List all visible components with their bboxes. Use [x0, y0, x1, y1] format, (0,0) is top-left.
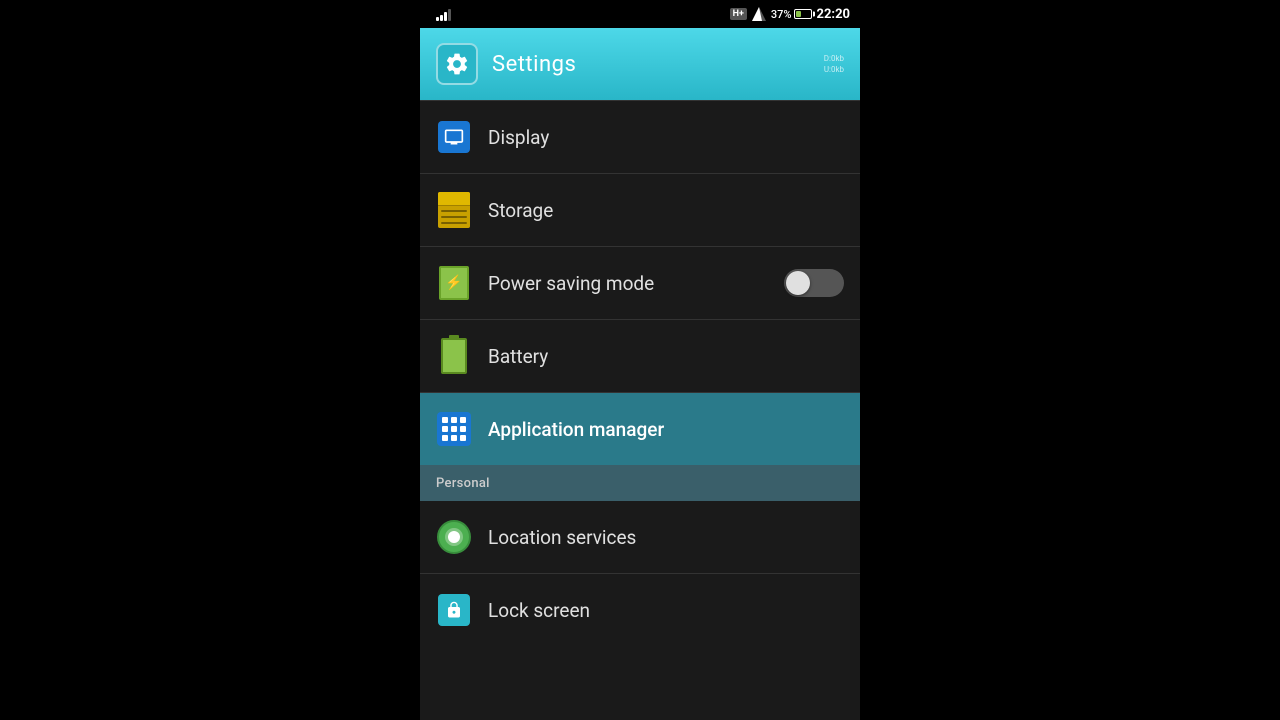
app-dot-6 — [460, 426, 466, 432]
settings-header-icon — [436, 43, 478, 85]
power-saving-label: Power saving mode — [488, 272, 654, 295]
storage-card-top — [438, 192, 470, 206]
battery-menu-icon — [441, 338, 467, 374]
signal-bar-4 — [448, 9, 451, 21]
power-saving-toggle-container[interactable] — [784, 269, 844, 297]
lock-svg — [445, 601, 463, 619]
battery-icon-status — [794, 9, 812, 19]
signal-bars — [436, 7, 451, 21]
battery-icon-container — [436, 338, 472, 374]
signal-triangle — [752, 7, 766, 21]
battery-percent: 37% — [771, 8, 792, 21]
storage-icon-container — [436, 192, 472, 228]
menu-item-storage[interactable]: Storage — [420, 174, 860, 246]
app-dot-4 — [442, 426, 448, 432]
data-speed-header: D:0kb U:0kb — [824, 53, 844, 75]
data-down: D:0kb — [824, 53, 844, 64]
power-icon — [439, 266, 469, 300]
battery-fill — [796, 11, 801, 17]
lock-icon — [438, 594, 470, 626]
app-dot-9 — [460, 435, 466, 441]
status-bar: H+ 37% 22:20 — [420, 0, 860, 28]
display-svg — [444, 127, 464, 147]
menu-item-battery[interactable]: Battery — [420, 320, 860, 392]
display-icon-container — [436, 119, 472, 155]
storage-icon — [438, 192, 470, 228]
toggle-knob — [786, 271, 810, 295]
menu-item-location[interactable]: Location services — [420, 501, 860, 573]
app-manager-label: Application manager — [488, 418, 664, 441]
app-dot-2 — [451, 417, 457, 423]
status-right: H+ 37% 22:20 — [730, 7, 850, 22]
app-dot-1 — [442, 417, 448, 423]
section-header-label: Personal — [436, 476, 490, 491]
status-time: 22:20 — [817, 7, 851, 22]
section-header-personal: Personal — [420, 465, 860, 501]
location-icon — [437, 520, 471, 554]
location-label: Location services — [488, 526, 636, 549]
status-left — [436, 7, 451, 21]
phone-screen: H+ 37% 22:20 Settings D:0k — [420, 0, 860, 720]
gear-icon — [444, 51, 470, 77]
network-type: H+ — [730, 8, 747, 20]
power-icon-container — [436, 265, 472, 301]
menu-item-lock-screen[interactable]: Lock screen — [420, 574, 860, 646]
battery-label: Battery — [488, 345, 548, 368]
app-dot-3 — [460, 417, 466, 423]
menu-item-app-manager[interactable]: Application manager — [420, 393, 860, 465]
data-up: U:0kb — [824, 64, 844, 75]
app-dot-7 — [442, 435, 448, 441]
settings-menu: Display Storage Pow — [420, 100, 860, 720]
menu-item-display[interactable]: Display — [420, 101, 860, 173]
apps-icon-container — [436, 411, 472, 447]
lock-screen-label: Lock screen — [488, 599, 590, 622]
app-dot-8 — [451, 435, 457, 441]
storage-line-2 — [441, 216, 467, 218]
battery-status: 37% — [771, 8, 812, 21]
signal-bar-2 — [440, 15, 443, 21]
apps-icon — [437, 412, 471, 446]
signal-bar-1 — [436, 17, 439, 21]
settings-title: Settings — [492, 52, 576, 77]
location-icon-container — [436, 519, 472, 555]
display-label: Display — [488, 126, 549, 149]
lock-icon-container — [436, 592, 472, 628]
storage-label: Storage — [488, 199, 553, 222]
app-dot-5 — [451, 426, 457, 432]
storage-card-lines — [438, 206, 470, 228]
signal-bar-3 — [444, 12, 447, 21]
storage-line-3 — [441, 222, 467, 224]
display-icon — [438, 121, 470, 153]
settings-header: Settings D:0kb U:0kb — [420, 28, 860, 100]
storage-line-1 — [441, 210, 467, 212]
menu-item-power-saving[interactable]: Power saving mode — [420, 247, 860, 319]
power-saving-toggle[interactable] — [784, 269, 844, 297]
signal-icon — [752, 7, 766, 21]
